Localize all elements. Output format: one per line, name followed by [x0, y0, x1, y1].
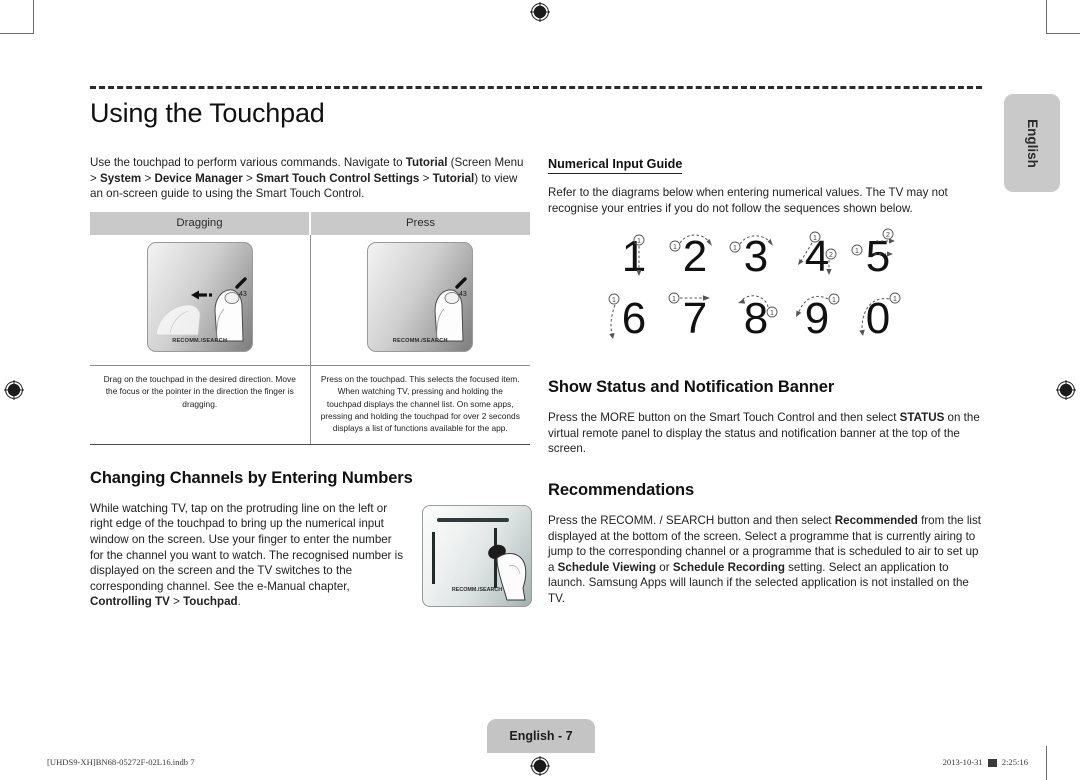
second-hand-shadow [155, 304, 201, 336]
numeral-glyph-6: 6 1 [606, 290, 662, 348]
registration-mark-right [1056, 380, 1076, 400]
gesture-cell-press-image: 43 RECOMM./SEARCH [310, 234, 530, 366]
language-side-tab: English [1004, 94, 1060, 192]
stroke-order-overlay: 1 [729, 235, 773, 253]
crop-mark-top-left-vertical [33, 0, 34, 34]
footer-file-name: [UHDS9-XH]BN68-05272F-02L16.indb 7 [47, 757, 195, 767]
touchpad-brand-label-press: RECOMM./SEARCH [392, 337, 448, 344]
subsection-heading-numerical-input-guide: Numerical Input Guide [548, 157, 683, 174]
print-glyph-icon [987, 759, 997, 767]
touchpad-brand-label: RECOMM./SEARCH [172, 337, 228, 344]
gesture-header-press: Press [310, 211, 530, 235]
registration-mark-bottom [530, 756, 550, 776]
stroke-order-overlay: 1 2 [798, 231, 837, 276]
crop-mark-top-left-horizontal [0, 33, 34, 34]
svg-text:43: 43 [459, 291, 467, 298]
svg-text:2: 2 [829, 252, 833, 259]
touchpad-dragging-illustration: 43 RECOMM./SEARCH [146, 241, 253, 352]
section-heading-show-status: Show Status and Notification Banner [548, 378, 835, 397]
numeral-glyph-1: 1 1 [606, 228, 662, 286]
svg-text:43: 43 [239, 291, 247, 298]
footer-date: 2013-10-31 [942, 757, 983, 767]
numeral-glyph-8: 8 1 [728, 290, 784, 348]
svg-text:1: 1 [832, 297, 836, 304]
stroke-order-overlay: 2 1 [851, 228, 895, 257]
intro-paragraph: Use the touchpad to perform various comm… [90, 156, 524, 201]
stroke-order-overlay: 1 [859, 292, 901, 337]
stroke-order-overlay: 1 [608, 293, 620, 340]
gesture-desc-dragging: Drag on the touchpad in the desired dire… [90, 365, 311, 445]
finger-tapping-icon [488, 544, 527, 601]
hand-finger-illustration-press: 43 [434, 277, 467, 342]
numeral-glyph-4: 4 1 2 [789, 228, 845, 286]
stroke-order-overlay: 1 [669, 234, 712, 252]
stroke-order-overlay: 1 [796, 293, 840, 318]
registration-mark-left [4, 380, 24, 400]
svg-text:1: 1 [733, 245, 737, 252]
numeral-guide-row-2: 6 1 7 1 8 1 9 1 0 1 [606, 290, 906, 348]
show-status-paragraph: Press the MORE button on the Smart Touch… [548, 411, 980, 456]
svg-text:1: 1 [893, 296, 897, 303]
page-number-label: English - 7 [509, 729, 573, 743]
svg-text:2: 2 [886, 232, 890, 239]
numeral-glyph-5: 5 2 1 [850, 228, 906, 286]
touchpad-left-protruding-line [432, 532, 435, 584]
touchpad-top-bar [437, 518, 509, 522]
numeral-guide-row-1: 1 1 2 1 3 1 4 1 2 5 2 1 [606, 228, 906, 286]
section-heading-changing-channels: Changing Channels by Entering Numbers [90, 468, 413, 487]
numeral-glyph-0: 0 1 [850, 290, 906, 348]
section-heading-recommendations: Recommendations [548, 480, 695, 499]
language-side-tab-label: English [1024, 118, 1040, 168]
svg-text:1: 1 [672, 296, 676, 303]
numeral-glyph-3: 3 1 [728, 228, 784, 286]
recommendations-paragraph: Press the RECOMM. / SEARCH button and th… [548, 513, 981, 605]
gesture-table-header-row: Dragging Press [90, 211, 530, 235]
crop-mark-top-right-horizontal [1046, 33, 1080, 34]
page-number-tab: English - 7 [487, 719, 595, 753]
numeral-glyph-7: 7 1 [667, 290, 723, 348]
stroke-order-overlay: 1 [633, 234, 645, 277]
svg-text:1: 1 [855, 248, 859, 255]
numerical-input-guide-paragraph: Refer to the diagrams below when enterin… [548, 186, 948, 215]
document-page: Using the Touchpad English Use the touch… [0, 0, 1080, 780]
gesture-desc-press: Press on the touchpad. This selects the … [310, 365, 530, 445]
channel-touchpad-brand-label: RECOMM./SEARCH [451, 587, 503, 593]
svg-text:1: 1 [770, 310, 774, 317]
page-title: Using the Touchpad [90, 98, 325, 128]
crop-mark-top-right-vertical [1046, 0, 1047, 34]
right-column: Numerical Input Guide Refer to the diagr… [548, 155, 982, 617]
crop-mark-bottom-right-vertical [1046, 746, 1047, 780]
svg-text:1: 1 [673, 244, 677, 251]
touchpad-press-illustration: 43 RECOMM./SEARCH [367, 241, 474, 352]
svg-text:1: 1 [637, 238, 641, 245]
gesture-table-desc-row: Drag on the touchpad in the desired dire… [90, 365, 530, 445]
changing-channels-paragraph: While watching TV, tap on the protruding… [90, 501, 403, 609]
gesture-header-dragging: Dragging [90, 211, 311, 235]
stroke-order-overlay: 1 [668, 292, 710, 304]
numeral-glyph-9: 9 1 [789, 290, 845, 348]
numeral-glyph-2: 2 1 [667, 228, 723, 286]
footer-timestamp: 2013-10-31 2:25:16 [943, 757, 1028, 767]
header-dashed-rule [90, 86, 982, 89]
gesture-table: Dragging Press 43 RECOMM./SEARCH 43 RECO… [90, 211, 530, 445]
gesture-cell-dragging-image: 43 RECOMM./SEARCH [90, 234, 311, 366]
svg-text:1: 1 [813, 235, 817, 242]
footer-time: 2:25:16 [1001, 757, 1028, 767]
gesture-table-image-row: 43 RECOMM./SEARCH 43 RECOMM./SEARCH [90, 234, 530, 366]
stroke-order-overlay: 1 [738, 295, 778, 318]
channel-entry-touchpad-illustration: RECOMM./SEARCH [422, 505, 532, 607]
registration-mark-top [530, 2, 550, 22]
svg-text:1: 1 [612, 297, 616, 304]
